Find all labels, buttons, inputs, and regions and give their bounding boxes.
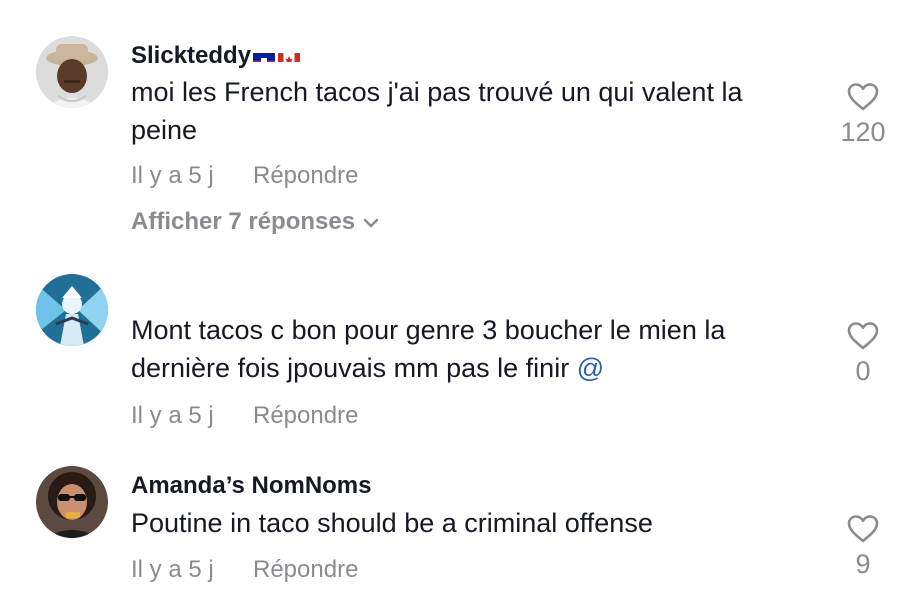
username-text: Slickteddy bbox=[131, 42, 252, 69]
comment-username[interactable]: Amanda’s NomNoms bbox=[131, 472, 372, 500]
like-count: 9 bbox=[855, 549, 871, 579]
comment-text: Mont tacos c bon pour genre 3 boucher le… bbox=[131, 311, 811, 387]
comment-username[interactable]: Slickteddy bbox=[131, 40, 303, 70]
canada-flag-icon bbox=[278, 47, 301, 63]
view-replies-button[interactable]: Afficher 7 réponses bbox=[131, 208, 379, 236]
avatar[interactable] bbox=[36, 466, 108, 538]
like-count: 0 bbox=[855, 356, 871, 386]
like-button[interactable]: 0 bbox=[823, 321, 903, 387]
comment-meta: Il y a 5 j Répondre bbox=[131, 402, 358, 430]
username-text: Amanda’s NomNoms bbox=[131, 472, 372, 499]
comment-meta: Il y a 5 j Répondre bbox=[131, 556, 358, 584]
chevron-down-icon bbox=[363, 218, 379, 227]
avatar[interactable] bbox=[36, 274, 108, 346]
comment-time: Il y a 5 j bbox=[131, 402, 214, 429]
comment-meta: Il y a 5 j Répondre bbox=[131, 162, 358, 190]
like-count: 120 bbox=[840, 117, 886, 147]
comment-time: Il y a 5 j bbox=[131, 162, 214, 189]
heart-icon bbox=[847, 322, 879, 350]
comment-text: moi les French tacos j'ai pas trouvé un … bbox=[131, 77, 743, 145]
haiti-flag-icon bbox=[253, 47, 276, 63]
view-replies-label: Afficher 7 réponses bbox=[131, 208, 356, 235]
avatar-image bbox=[36, 466, 108, 538]
heart-icon bbox=[847, 515, 879, 543]
reply-button[interactable]: Répondre bbox=[253, 162, 358, 190]
comment-text-body: Mont tacos c bon pour genre 3 boucher le… bbox=[131, 315, 726, 383]
flags bbox=[253, 40, 303, 68]
avatar-image bbox=[36, 274, 108, 346]
comment-text: Poutine in taco should be a criminal off… bbox=[131, 508, 653, 538]
avatar[interactable] bbox=[36, 36, 108, 108]
avatar-image bbox=[36, 36, 108, 108]
reply-button[interactable]: Répondre bbox=[253, 556, 358, 584]
like-button[interactable]: 120 bbox=[823, 82, 903, 148]
heart-icon bbox=[847, 83, 879, 111]
like-button[interactable]: 9 bbox=[823, 514, 903, 580]
reply-button[interactable]: Répondre bbox=[253, 402, 358, 430]
comment-time: Il y a 5 j bbox=[131, 556, 214, 583]
mention-link[interactable]: @ bbox=[577, 353, 604, 383]
